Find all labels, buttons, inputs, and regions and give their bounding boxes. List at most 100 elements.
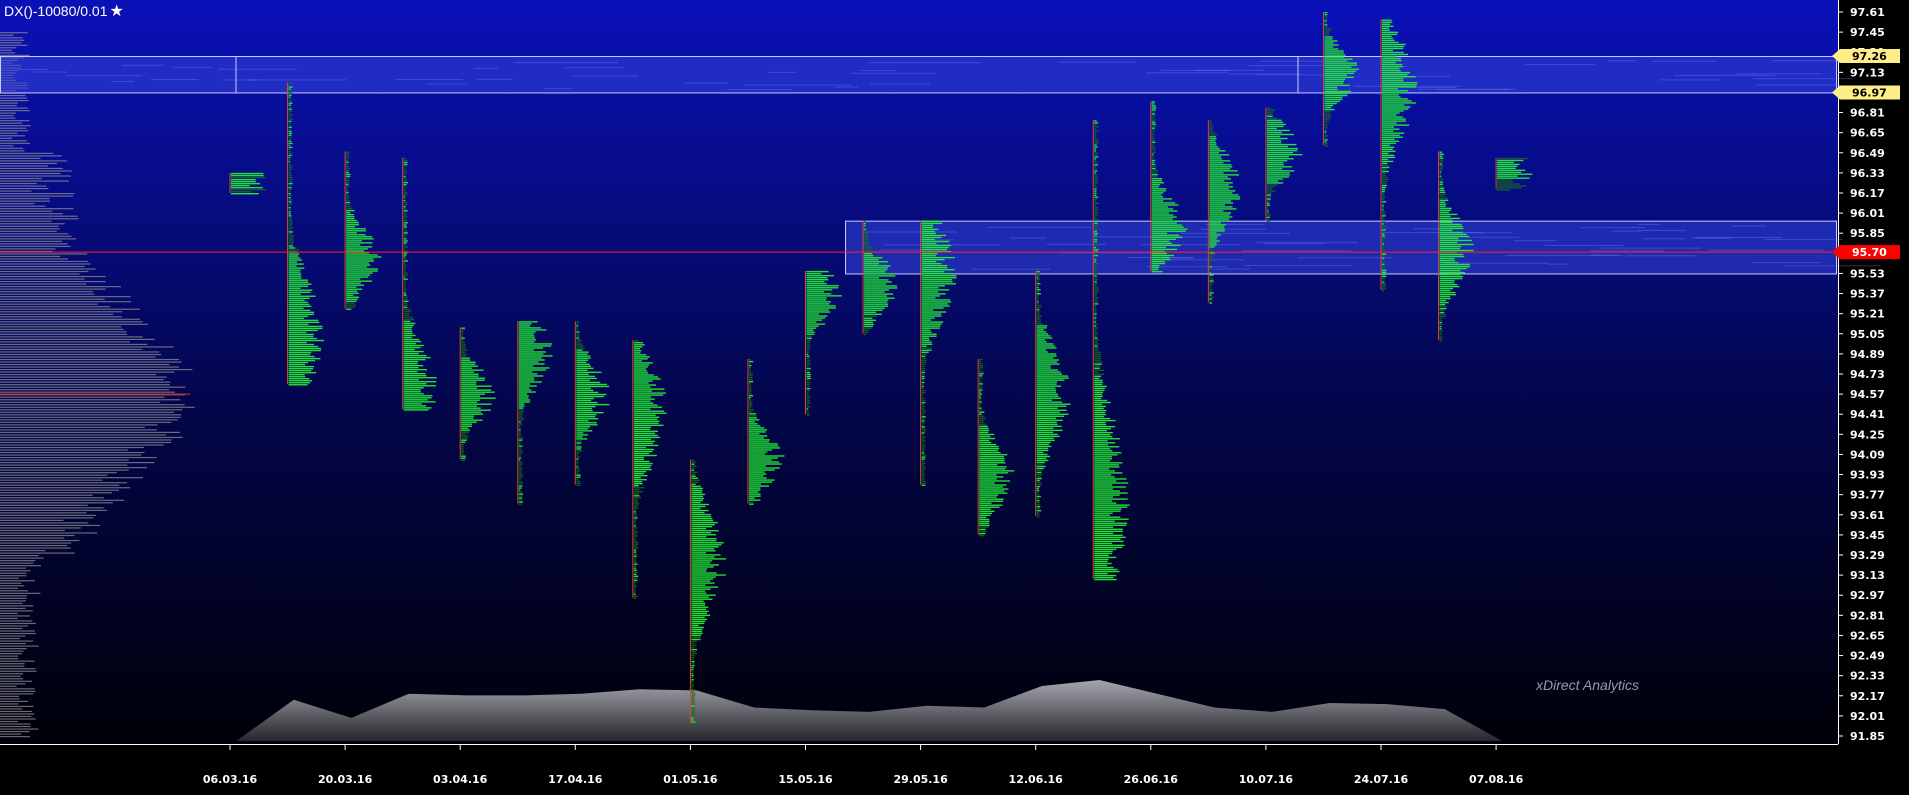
- profile-bin: [403, 236, 406, 238]
- profile-bin: [1209, 210, 1224, 212]
- left-profile-bin: [0, 509, 107, 511]
- profile-bin: [1439, 183, 1443, 186]
- profile-bin: [1094, 510, 1121, 512]
- profile-bin: [518, 373, 538, 375]
- left-profile-bin: [0, 102, 18, 104]
- left-profile-bin: [0, 293, 95, 295]
- time-tick-label: 06.03.16: [203, 773, 258, 786]
- profile-bin: [403, 183, 407, 186]
- profile-bin: [691, 519, 713, 522]
- profile-bin: [403, 206, 406, 208]
- profile-bin: [1209, 230, 1225, 232]
- profile-bin: [288, 92, 293, 94]
- profile-bin: [1036, 301, 1039, 303]
- profile-bin: [1439, 271, 1465, 274]
- profile-bin: [346, 199, 350, 202]
- zone-texture: [834, 86, 858, 88]
- profile-bin: [1209, 190, 1236, 192]
- zone-texture: [571, 75, 639, 77]
- profile-bin: [979, 427, 989, 430]
- profile-bin: [576, 411, 604, 414]
- chart-svg[interactable]: 97.6197.4597.2997.1396.9796.8196.6596.49…: [0, 0, 1909, 795]
- profile-bin: [633, 370, 648, 372]
- profile-bin: [288, 205, 291, 207]
- profile-bin: [691, 521, 718, 524]
- profile-bin: [1266, 184, 1278, 186]
- profile-bin: [576, 337, 580, 339]
- profile-bin: [1439, 231, 1463, 234]
- profile-bin: [691, 636, 701, 639]
- left-profile-bin: [0, 94, 26, 97]
- left-profile-bin: [0, 47, 17, 49]
- profile-bin: [748, 451, 768, 453]
- left-profile-bin: [0, 278, 85, 280]
- left-profile-bin: [0, 567, 26, 569]
- profile-bin: [748, 389, 752, 391]
- profile-bin: [1151, 139, 1156, 142]
- profile-bin: [518, 327, 541, 329]
- profile-bin: [921, 266, 948, 269]
- profile-bin: [691, 491, 703, 494]
- left-profile-bin: [0, 346, 174, 348]
- profile-bin: [806, 412, 810, 414]
- profile-bin: [691, 701, 695, 703]
- profile-bin: [691, 660, 695, 663]
- profile-bin: [1094, 333, 1098, 335]
- profile-bin: [691, 709, 696, 711]
- profile-bin: [1382, 188, 1385, 191]
- star-icon[interactable]: ★: [110, 3, 124, 20]
- profile-bin: [1094, 355, 1102, 357]
- profile-bin: [346, 222, 359, 224]
- profile-bin: [1209, 152, 1219, 154]
- profile-bin: [288, 197, 291, 199]
- profile-bin: [288, 303, 310, 306]
- profile-bin: [1439, 336, 1442, 338]
- profile-bin: [921, 279, 953, 281]
- price-label-zone-bottom[interactable]: 96.97: [1832, 85, 1900, 100]
- profile-bin: [403, 189, 406, 192]
- price-tick-label: 97.61: [1850, 6, 1885, 19]
- profile-bin: [633, 366, 648, 368]
- profile-bin: [1266, 149, 1298, 152]
- price-label-zone-top[interactable]: 97.26: [1832, 48, 1900, 63]
- zone-texture: [1264, 243, 1326, 245]
- profile-bin: [1324, 86, 1338, 89]
- profile-bin: [1439, 177, 1443, 179]
- profile-bin: [1324, 64, 1358, 66]
- profile-bin: [921, 428, 926, 430]
- profile-bin: [864, 252, 873, 255]
- profile-bin: [403, 332, 413, 335]
- profile-bin: [576, 446, 582, 448]
- profile-bin: [1036, 381, 1058, 383]
- profile-bin: [403, 312, 410, 315]
- left-profile-bin: [0, 542, 72, 544]
- profile-bin: [633, 487, 645, 489]
- price-label-last-price[interactable]: 95.70: [1832, 245, 1900, 260]
- profile-bin: [403, 302, 408, 305]
- profile-bin: [403, 377, 437, 379]
- profile-bin: [1094, 216, 1097, 219]
- profile-bin: [1382, 154, 1395, 157]
- profile-bin: [346, 151, 351, 153]
- left-profile-bin: [0, 97, 28, 99]
- profile-bin: [518, 421, 521, 423]
- price-zone-1[interactable]: [0, 55, 1837, 94]
- profile-bin: [633, 523, 636, 525]
- profile-bin: [1209, 132, 1215, 134]
- left-profile-bin: [0, 37, 23, 39]
- profile-bin: [461, 411, 482, 413]
- profile-bin: [633, 535, 638, 537]
- profile-bin: [921, 444, 926, 446]
- profile-bin: [403, 266, 406, 268]
- profile-bin: [403, 272, 408, 274]
- profile-bin: [403, 320, 411, 323]
- profile-bin: [1439, 309, 1444, 312]
- profile-bin: [864, 244, 870, 247]
- left-profile-bin: [0, 165, 49, 167]
- profile-bin: [1094, 534, 1123, 537]
- zone-texture: [1514, 240, 1557, 242]
- profile-bin: [288, 213, 291, 215]
- profile-bin: [1382, 267, 1385, 270]
- profile-bin: [864, 303, 889, 305]
- profile-bin: [1094, 337, 1098, 339]
